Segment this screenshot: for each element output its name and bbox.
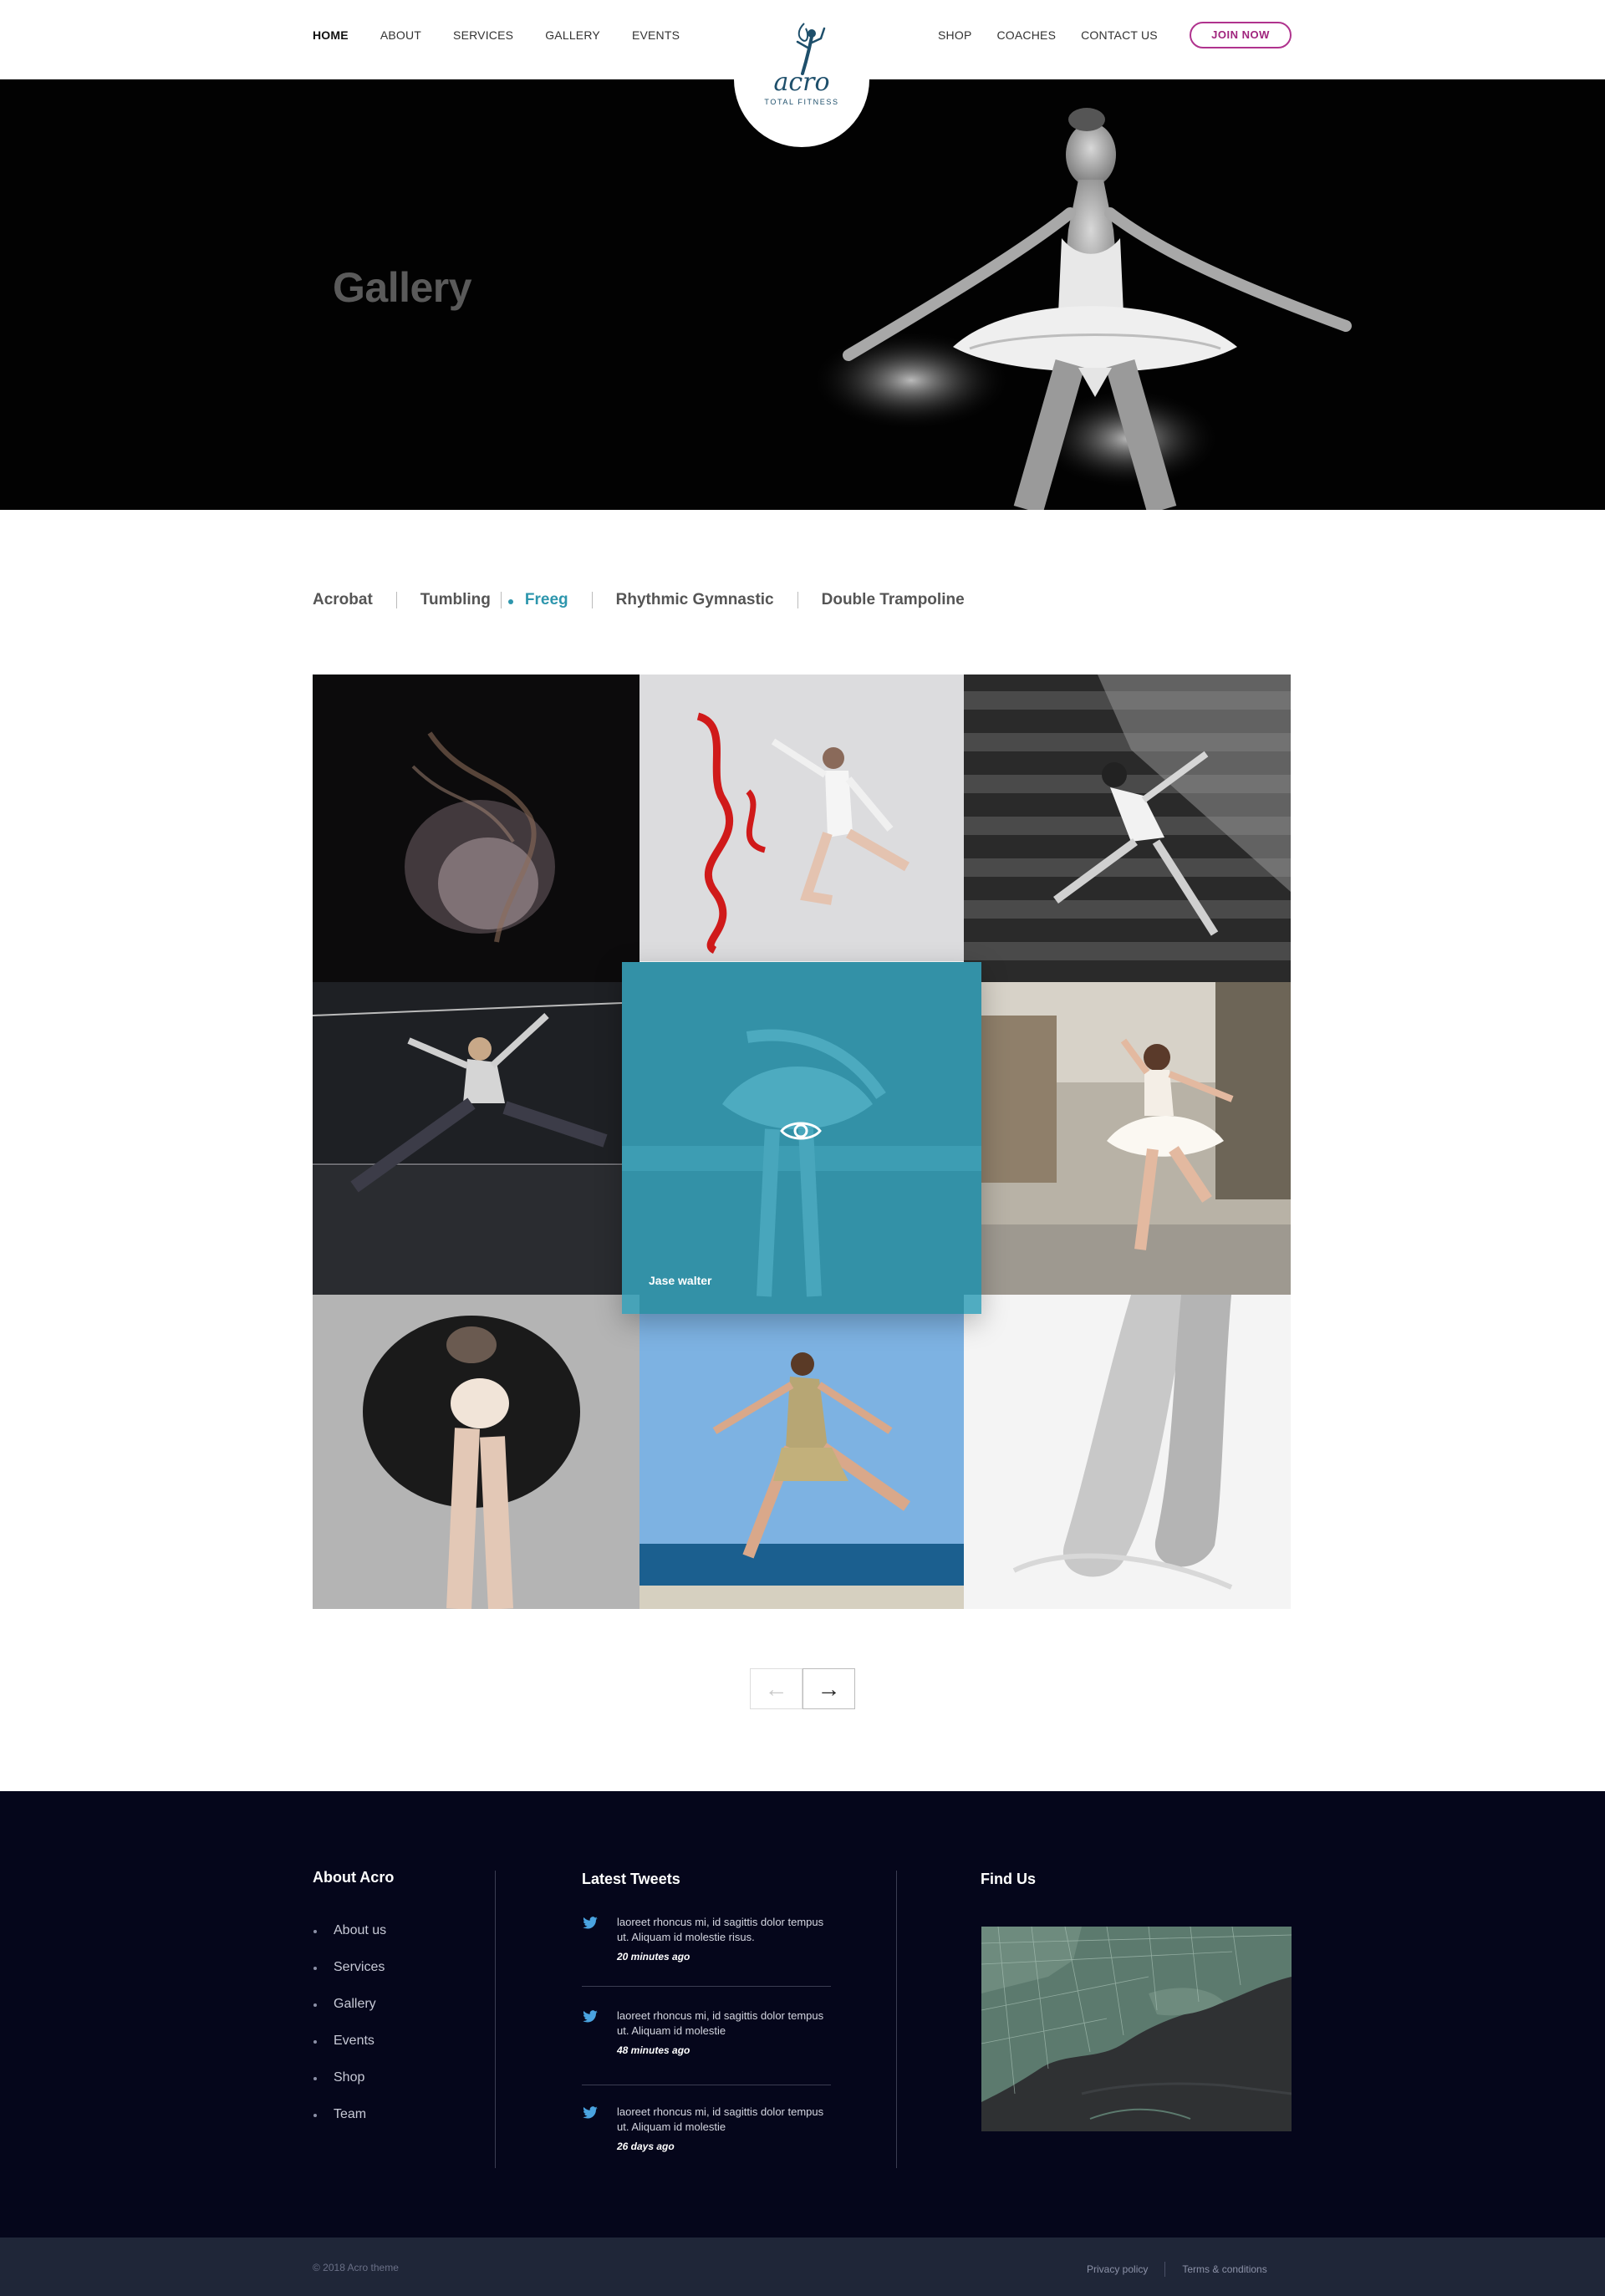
photo-image [639,675,964,961]
footer-about-title: About Acro [313,1869,395,1886]
tweet-divider [582,1986,831,1987]
footer-tweets-title: Latest Tweets [582,1871,680,1887]
privacy-policy-link[interactable]: Privacy policy [1087,2263,1148,2275]
tweet-item: laoreet rhoncus mi, id sagittis dolor te… [582,2105,833,2163]
photo-image [313,1295,639,1609]
gallery-item-overlay[interactable]: Jase walter [622,962,981,1314]
arrow-left-icon: ← [764,1675,788,1702]
legal-divider [1164,2262,1166,2277]
legal-links: Privacy policy Terms & conditions [1087,2262,1267,2277]
nav-contact-link[interactable]: CONTACT US [1081,28,1158,42]
site-footer: About Acro About us Services Gallery Eve… [0,1791,1605,2237]
photo-image [313,675,639,982]
footer-link-gallery[interactable]: Gallery [313,1997,386,2034]
logo-wordmark: acro [773,68,830,97]
gallery-photo-stairs-leap[interactable] [964,675,1291,982]
twitter-icon[interactable] [582,2010,599,2024]
footer-link-about[interactable]: About us [313,1923,386,1960]
filter-tab-acrobat[interactable]: Acrobat [313,591,383,609]
next-page-button[interactable]: → [802,1668,855,1709]
footer-link-team[interactable]: Team [313,2107,386,2144]
eye-icon[interactable] [779,1117,823,1144]
twitter-icon[interactable] [582,1917,599,1930]
ballerina-hero-image [811,108,1352,510]
nav-gallery-link[interactable]: GALLERY [545,28,600,42]
main-nav-right: SHOP COACHES CONTACT US [938,0,1183,70]
footer-find-title: Find Us [981,1871,1036,1887]
tweet-item: laoreet rhoncus mi, id sagittis dolor te… [582,2008,833,2067]
nav-services-link[interactable]: SERVICES [453,28,513,42]
nav-home-link[interactable]: HOME [313,28,349,42]
footer-link-events[interactable]: Events [313,2034,386,2070]
gallery-photo-street-ballerina[interactable] [981,982,1291,1295]
gallery-filter-tabs: Acrobat Tumbling Freeg Rhythmic Gymnasti… [313,588,975,612]
footer-divider [896,1871,897,2168]
gallery-photo-aerial-split[interactable] [313,982,622,1295]
gallery-photo-pointe-shoes[interactable] [964,1295,1291,1609]
join-now-button[interactable]: JOIN NOW [1190,22,1292,48]
tweet-time: 26 days ago [617,2141,675,2152]
nav-shop-link[interactable]: SHOP [938,28,971,42]
prev-page-button[interactable]: ← [750,1668,802,1709]
photo-image [313,982,622,1295]
copyright-text: © 2018 Acro theme [313,2262,399,2273]
footer-about-links: About us Services Gallery Events Shop Te… [313,1923,386,2144]
footer-bottom-bar: © 2018 Acro theme Privacy policy Terms &… [0,2237,1605,2296]
photo-image [981,982,1291,1295]
terms-link[interactable]: Terms & conditions [1182,2263,1266,2275]
filter-tab-freeg[interactable]: Freeg [507,591,578,609]
filter-tab-double-trampoline[interactable]: Double Trampoline [812,591,975,609]
filter-divider [797,592,798,608]
gallery-photo-black-tutu[interactable] [313,1295,639,1609]
tweet-text: laoreet rhoncus mi, id sagittis dolor te… [617,2009,824,2037]
nav-events-link[interactable]: EVENTS [632,28,680,42]
filter-divider [500,592,502,608]
page-title: Gallery [333,264,472,311]
footer-link-services[interactable]: Services [313,1960,386,1997]
footer-divider [495,1871,496,2168]
photo-image [964,1295,1291,1609]
photo-image [964,675,1291,982]
tweet-text: laoreet rhoncus mi, id sagittis dolor te… [617,1916,824,1943]
nav-about-link[interactable]: ABOUT [380,28,421,42]
photo-caption: Jase walter [649,1274,712,1287]
gallery-pagination: ← → [750,1668,855,1709]
main-nav-left: HOME ABOUT SERVICES GALLERY EVENTS [313,0,711,70]
arrow-right-icon: → [817,1675,841,1702]
tweet-item: laoreet rhoncus mi, id sagittis dolor te… [582,1915,833,1973]
photo-image [639,1314,964,1609]
twitter-icon[interactable] [582,2106,599,2120]
tweet-time: 48 minutes ago [617,2044,690,2056]
filter-tab-tumbling[interactable]: Tumbling [410,591,501,609]
filter-divider [395,592,397,608]
photo-gallery-grid: Jase walter [313,675,1291,1609]
gallery-photo-blur-dancer[interactable] [313,675,639,982]
gallery-photo-beach-leap[interactable] [639,1314,964,1609]
nav-coaches-link[interactable]: COACHES [996,28,1056,42]
filter-divider [591,592,593,608]
site-logo[interactable]: acro TOTAL FITNESS [734,12,869,147]
filter-tab-rhythmic-gymnastic[interactable]: Rhythmic Gymnastic [606,591,784,609]
map-image [981,1927,1292,2131]
gallery-photo-ribbon-gymnast[interactable] [639,675,964,961]
location-map[interactable] [981,1927,1292,2131]
tweet-text: laoreet rhoncus mi, id sagittis dolor te… [617,2105,824,2133]
footer-link-shop[interactable]: Shop [313,2070,386,2107]
tweet-time: 20 minutes ago [617,1951,690,1963]
logo-tagline: TOTAL FITNESS [764,98,839,106]
